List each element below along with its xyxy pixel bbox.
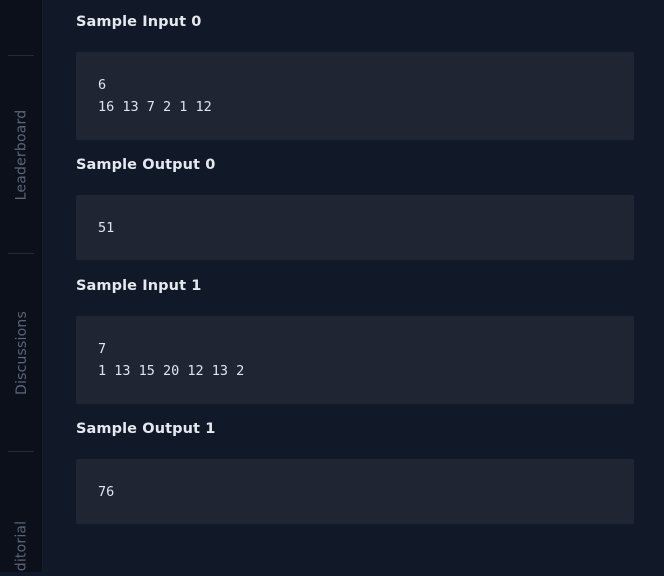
code-line: 76 xyxy=(98,484,115,500)
sidebar-divider xyxy=(8,55,34,56)
sample-input-0-code[interactable]: 6 16 13 7 2 1 12 xyxy=(76,52,634,140)
sidebar-tab-leaderboard[interactable]: Leaderboard xyxy=(0,60,43,250)
sidebar-tab-discussions[interactable]: Discussions xyxy=(0,258,43,448)
code-line: 6 xyxy=(98,77,107,93)
sidebar-divider xyxy=(8,253,34,254)
sidebar-tab-label: Leaderboard xyxy=(13,109,30,201)
sample-input-0-heading: Sample Input 0 xyxy=(76,14,202,30)
sidebar-tab-label: Discussions xyxy=(13,311,30,395)
sample-output-1-heading: Sample Output 1 xyxy=(76,421,216,437)
code-line: 1 13 15 20 12 13 2 xyxy=(98,363,245,379)
code-line: 51 xyxy=(98,220,115,236)
sidebar-divider xyxy=(8,451,34,452)
sidebar-tab-editorial[interactable]: ditorial xyxy=(0,516,43,576)
sample-input-1-heading: Sample Input 1 xyxy=(76,278,202,294)
left-vertical-sidebar: Leaderboard Discussions ditorial xyxy=(0,0,43,572)
sample-output-0-code[interactable]: 51 xyxy=(76,195,634,260)
sample-output-0-heading: Sample Output 0 xyxy=(76,157,216,173)
sample-input-1-code[interactable]: 7 1 13 15 20 12 13 2 xyxy=(76,316,634,404)
sidebar-tab-label: ditorial xyxy=(13,520,30,572)
code-line: 7 xyxy=(98,341,107,357)
code-line: 16 13 7 2 1 12 xyxy=(98,99,212,115)
sample-output-1-code[interactable]: 76 xyxy=(76,459,634,524)
